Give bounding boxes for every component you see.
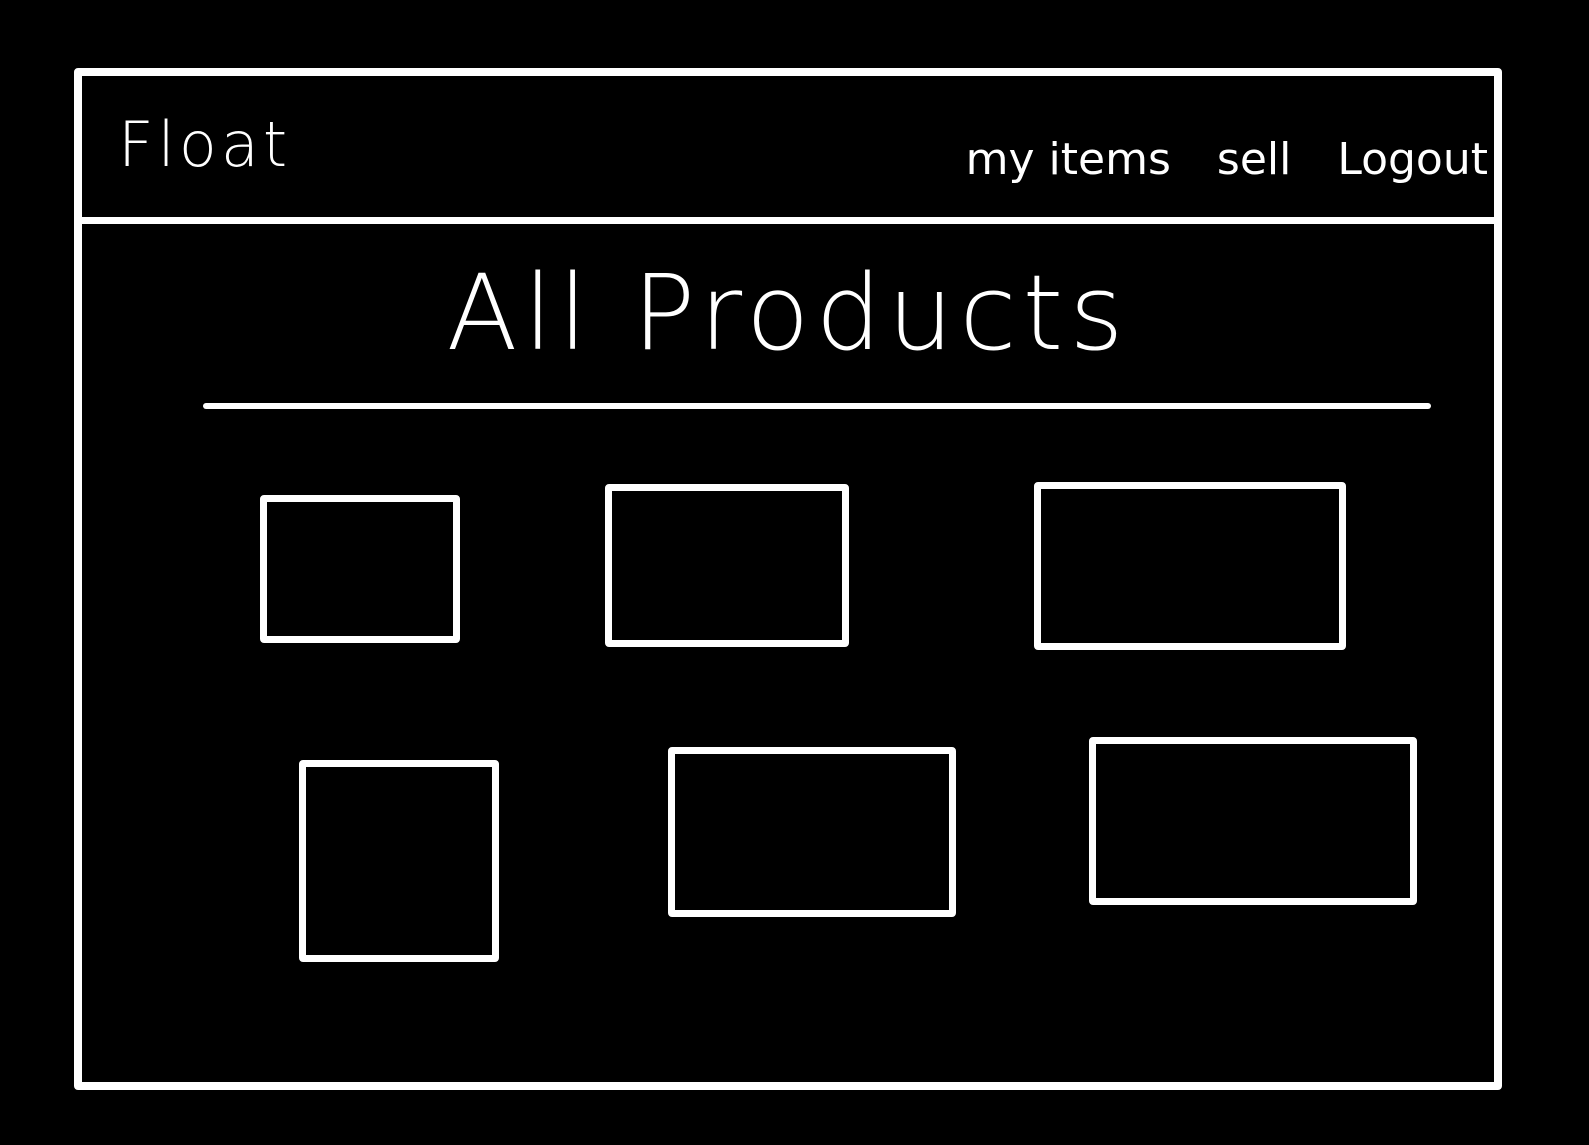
- product-card[interactable]: [668, 747, 956, 917]
- navbar: Float my items sell Logout: [82, 76, 1494, 224]
- product-card[interactable]: [260, 495, 460, 643]
- brand-logo[interactable]: Float: [118, 114, 291, 176]
- product-card[interactable]: [1089, 737, 1417, 905]
- nav-links: my items sell Logout: [966, 138, 1488, 182]
- browser-frame: Float my items sell Logout All Products: [74, 68, 1502, 1090]
- nav-link-sell[interactable]: sell: [1217, 138, 1291, 182]
- nav-link-my-items[interactable]: my items: [966, 138, 1171, 182]
- product-card[interactable]: [605, 484, 849, 647]
- title-divider: [203, 403, 1431, 409]
- product-card[interactable]: [1034, 482, 1346, 650]
- nav-link-logout[interactable]: Logout: [1337, 138, 1488, 182]
- page-title: All Products: [446, 252, 1130, 374]
- product-card[interactable]: [299, 760, 499, 962]
